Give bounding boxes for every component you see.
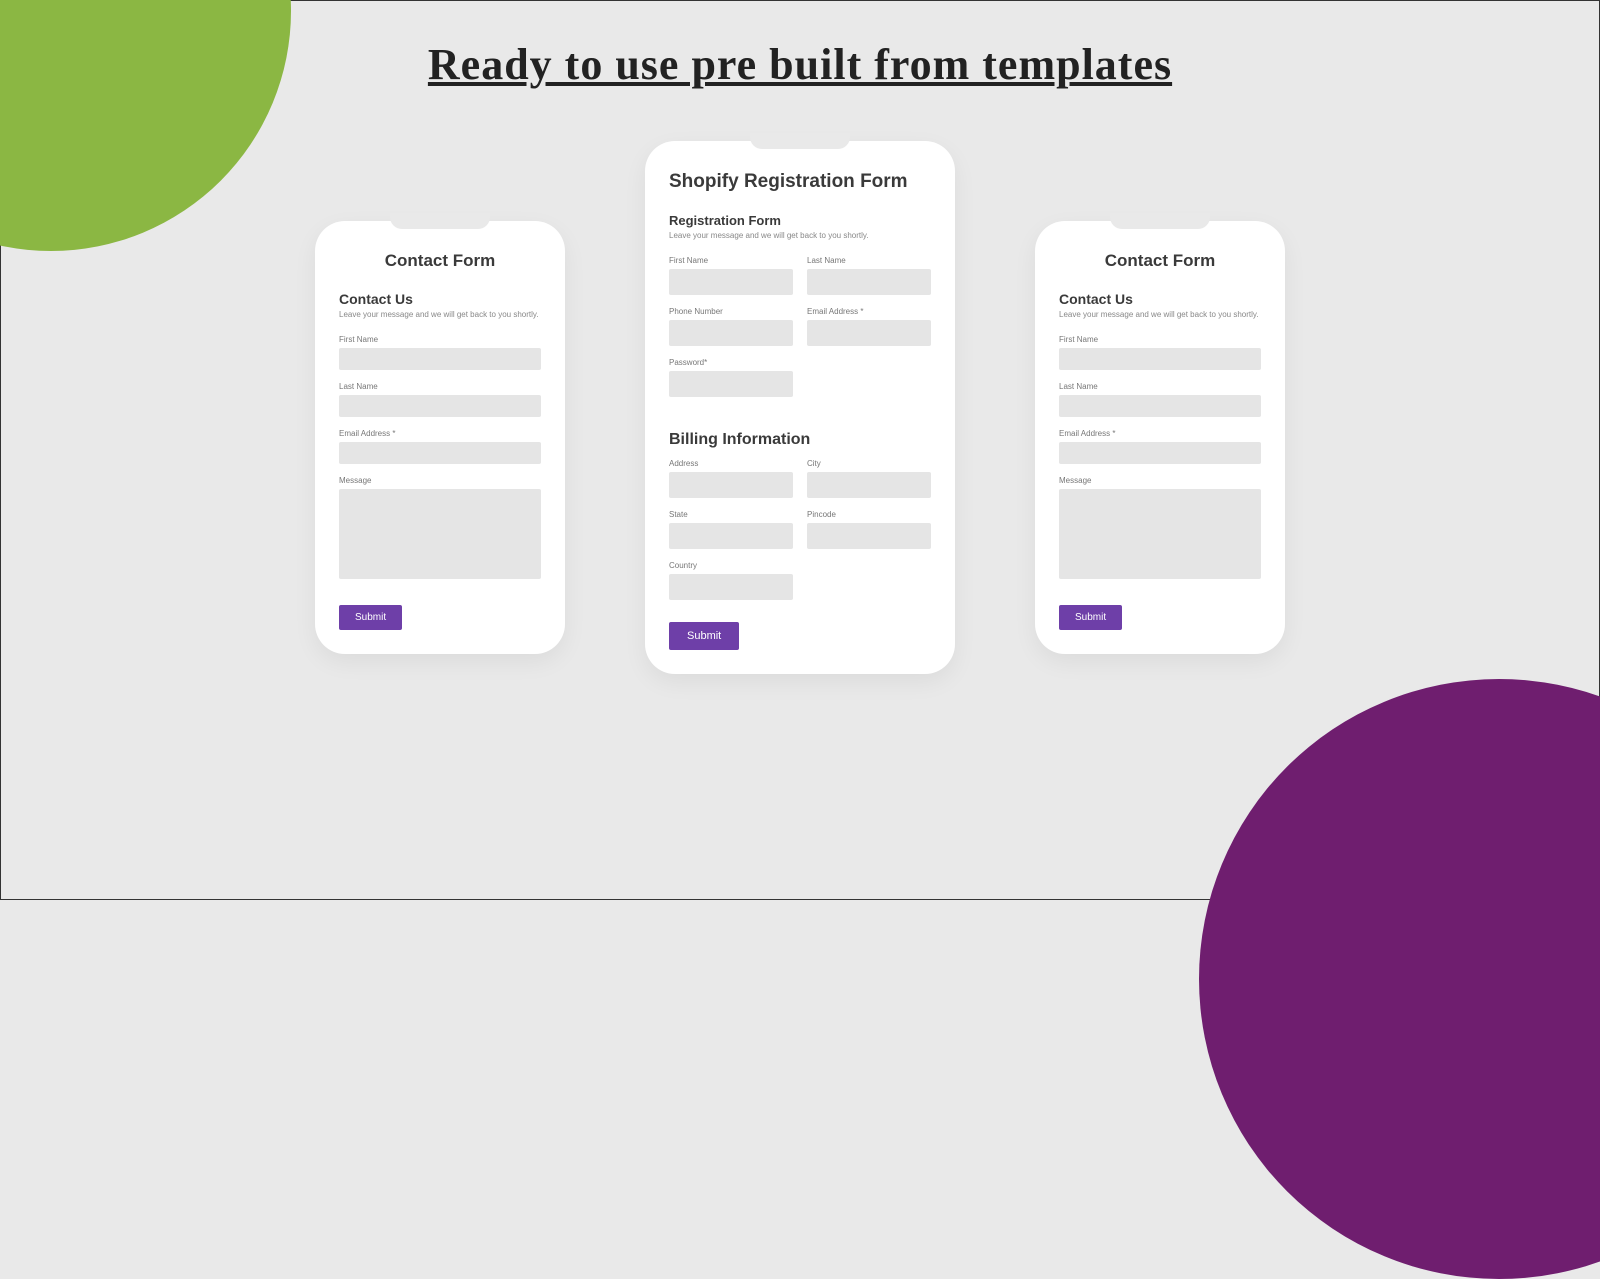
label-email: Email Address * [807,307,931,316]
section-subtext: Leave your message and we will get back … [669,231,931,240]
template-card-contact-2: Contact Form Contact Us Leave your messa… [1035,221,1285,654]
section-heading: Contact Us [339,291,541,307]
label-city: City [807,459,931,468]
phone-notch [1110,213,1210,229]
email-input[interactable] [807,320,931,346]
message-textarea[interactable] [1059,489,1261,579]
city-input[interactable] [807,472,931,498]
label-first-name: First Name [669,256,793,265]
country-input[interactable] [669,574,793,600]
label-message: Message [1059,476,1261,485]
section-subtext: Leave your message and we will get back … [339,310,541,319]
template-card-registration: Shopify Registration Form Registration F… [645,141,955,674]
label-last-name: Last Name [807,256,931,265]
label-pincode: Pincode [807,510,931,519]
first-name-input[interactable] [669,269,793,295]
label-phone: Phone Number [669,307,793,316]
section-subtext: Leave your message and we will get back … [1059,310,1261,319]
label-state: State [669,510,793,519]
label-last-name: Last Name [339,382,541,391]
last-name-input[interactable] [339,395,541,417]
first-name-input[interactable] [339,348,541,370]
label-address: Address [669,459,793,468]
password-input[interactable] [669,371,793,397]
label-country: Country [669,561,793,570]
label-message: Message [339,476,541,485]
form-title: Contact Form [339,251,541,271]
submit-button[interactable]: Submit [669,622,739,650]
label-first-name: First Name [339,335,541,344]
phone-notch [750,133,850,149]
email-input[interactable] [339,442,541,464]
last-name-input[interactable] [1059,395,1261,417]
label-email: Email Address * [339,429,541,438]
address-input[interactable] [669,472,793,498]
submit-button[interactable]: Submit [1059,605,1122,630]
label-email: Email Address * [1059,429,1261,438]
phone-input[interactable] [669,320,793,346]
page-title: Ready to use pre built from templates [428,39,1172,90]
submit-button[interactable]: Submit [339,605,402,630]
template-card-contact-1: Contact Form Contact Us Leave your messa… [315,221,565,654]
label-password: Password* [669,358,793,367]
phone-notch [390,213,490,229]
state-input[interactable] [669,523,793,549]
section-heading: Registration Form [669,213,931,228]
section-heading: Contact Us [1059,291,1261,307]
form-title: Shopify Registration Form [669,171,931,193]
pincode-input[interactable] [807,523,931,549]
label-last-name: Last Name [1059,382,1261,391]
last-name-input[interactable] [807,269,931,295]
first-name-input[interactable] [1059,348,1261,370]
form-title: Contact Form [1059,251,1261,271]
message-textarea[interactable] [339,489,541,579]
templates-stage: Contact Form Contact Us Leave your messa… [1,121,1599,899]
label-first-name: First Name [1059,335,1261,344]
email-input[interactable] [1059,442,1261,464]
billing-heading: Billing Information [669,431,931,449]
